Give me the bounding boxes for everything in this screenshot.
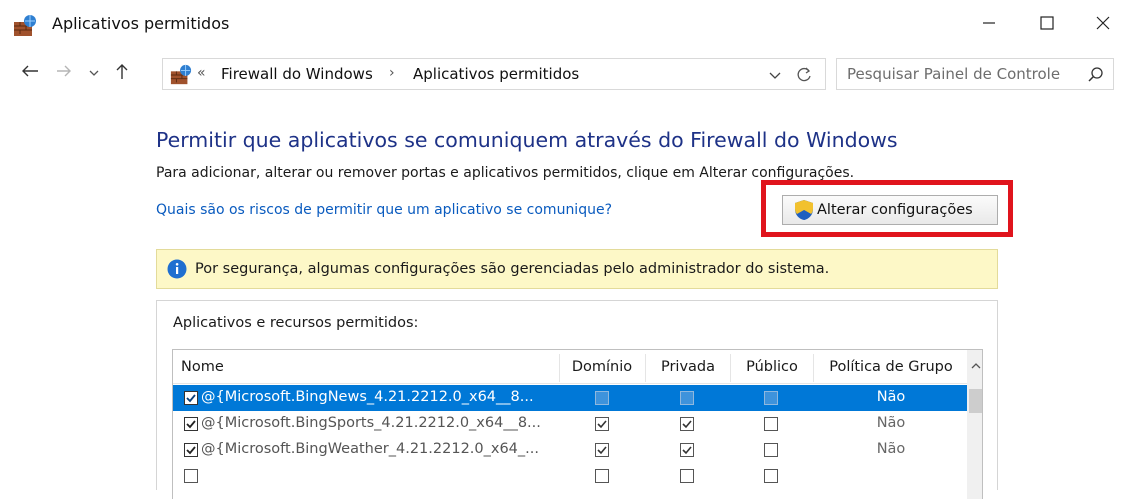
page-title: Permitir que aplicativos se comuniquem a… [156,128,898,152]
enable-checkbox[interactable] [184,417,198,431]
scroll-thumb[interactable] [969,389,982,413]
column-header-privada[interactable]: Privada [647,350,729,384]
chevron-down-icon [88,64,100,83]
info-message: Por segurança, algumas configurações são… [195,261,830,277]
minimize-icon [981,15,997,35]
list-scrollbar[interactable] [967,350,982,499]
breadcrumb-overflow[interactable]: « [197,65,206,81]
search-icon[interactable] [1087,66,1105,84]
column-divider [730,354,731,382]
up-button[interactable] [110,60,134,86]
back-button[interactable] [16,60,44,86]
risks-link[interactable]: Quais são os riscos de permitir que um a… [156,202,612,218]
window-title: Aplicativos permitidos [52,14,230,33]
public-checkbox [764,469,778,483]
address-bar[interactable]: « Firewall do Windows › Aplicativos perm… [162,58,826,90]
forward-button[interactable] [52,60,76,86]
column-header-dominio[interactable]: Domínio [559,350,645,384]
change-settings-label: Alterar configurações [817,202,973,218]
column-header-politica-de-grupo[interactable]: Política de Grupo [815,350,967,384]
maximize-icon [1039,15,1055,35]
breadcrumb-separator[interactable]: › [389,65,395,81]
enable-checkbox[interactable] [184,443,198,457]
list-header: Nome Domínio Privada Público Política de… [173,350,982,384]
firewall-icon [169,64,193,86]
refresh-icon[interactable] [795,65,815,85]
minimize-button[interactable] [966,8,1012,42]
column-header-nome[interactable]: Nome [181,350,224,384]
list-item[interactable]: @{Microsoft.BingWeather_4.21.2212.0_x64_… [173,437,967,463]
private-checkbox [680,443,694,457]
close-button[interactable] [1080,8,1121,42]
search-placeholder: Pesquisar Painel de Controle [847,65,1061,83]
enable-checkbox[interactable] [184,469,198,483]
recent-locations-button[interactable] [84,60,104,86]
arrow-left-icon [20,63,40,83]
firewall-icon [12,14,38,38]
enable-checkbox[interactable] [184,391,198,405]
column-header-publico[interactable]: Público [733,350,811,384]
group-policy-value: Não [876,389,906,405]
group-policy-value: Não [876,441,906,457]
search-field[interactable]: Pesquisar Painel de Controle [836,58,1114,90]
public-checkbox [764,391,778,405]
allowed-apps-list[interactable]: Nome Domínio Privada Público Política de… [172,349,983,499]
app-name: @{Microsoft.BingSports_4.21.2212.0_x64__… [201,415,541,431]
breadcrumb-firewall[interactable]: Firewall do Windows [221,65,373,83]
allowed-apps-group: Aplicativos e recursos permitidos: Nome … [156,300,998,499]
private-checkbox [680,391,694,405]
list-item[interactable]: @{Microsoft.BingSports_4.21.2212.0_x64__… [173,411,967,437]
info-icon [167,259,187,279]
group-policy-value: Não [876,415,906,431]
private-checkbox [680,469,694,483]
public-checkbox [764,443,778,457]
arrow-up-icon [114,62,130,84]
column-divider [813,354,814,382]
column-divider [645,354,646,382]
group-label: Aplicativos e recursos permitidos: [173,315,419,331]
domain-checkbox [595,417,609,431]
uac-shield-icon [793,199,815,221]
info-bar: Por segurança, algumas configurações são… [156,249,998,289]
domain-checkbox [595,469,609,483]
scroll-up-icon[interactable] [967,358,982,374]
arrow-right-icon [55,63,73,83]
breadcrumb-allowed-apps[interactable]: Aplicativos permitidos [413,65,579,83]
navigation-bar: « Firewall do Windows › Aplicativos perm… [0,54,1121,92]
title-bar: Aplicativos permitidos [0,0,1121,50]
maximize-button[interactable] [1024,8,1070,42]
domain-checkbox [595,443,609,457]
private-checkbox [680,417,694,431]
domain-checkbox [595,391,609,405]
list-item[interactable] [173,463,967,489]
app-name: @{Microsoft.BingNews_4.21.2212.0_x64__8.… [201,389,534,405]
close-icon [1095,15,1111,35]
change-settings-button[interactable]: Alterar configurações [782,195,998,225]
address-dropdown-icon[interactable] [767,67,783,83]
app-name: @{Microsoft.BingWeather_4.21.2212.0_x64_… [201,441,539,457]
public-checkbox [764,417,778,431]
list-item[interactable]: @{Microsoft.BingNews_4.21.2212.0_x64__8.… [173,385,967,411]
